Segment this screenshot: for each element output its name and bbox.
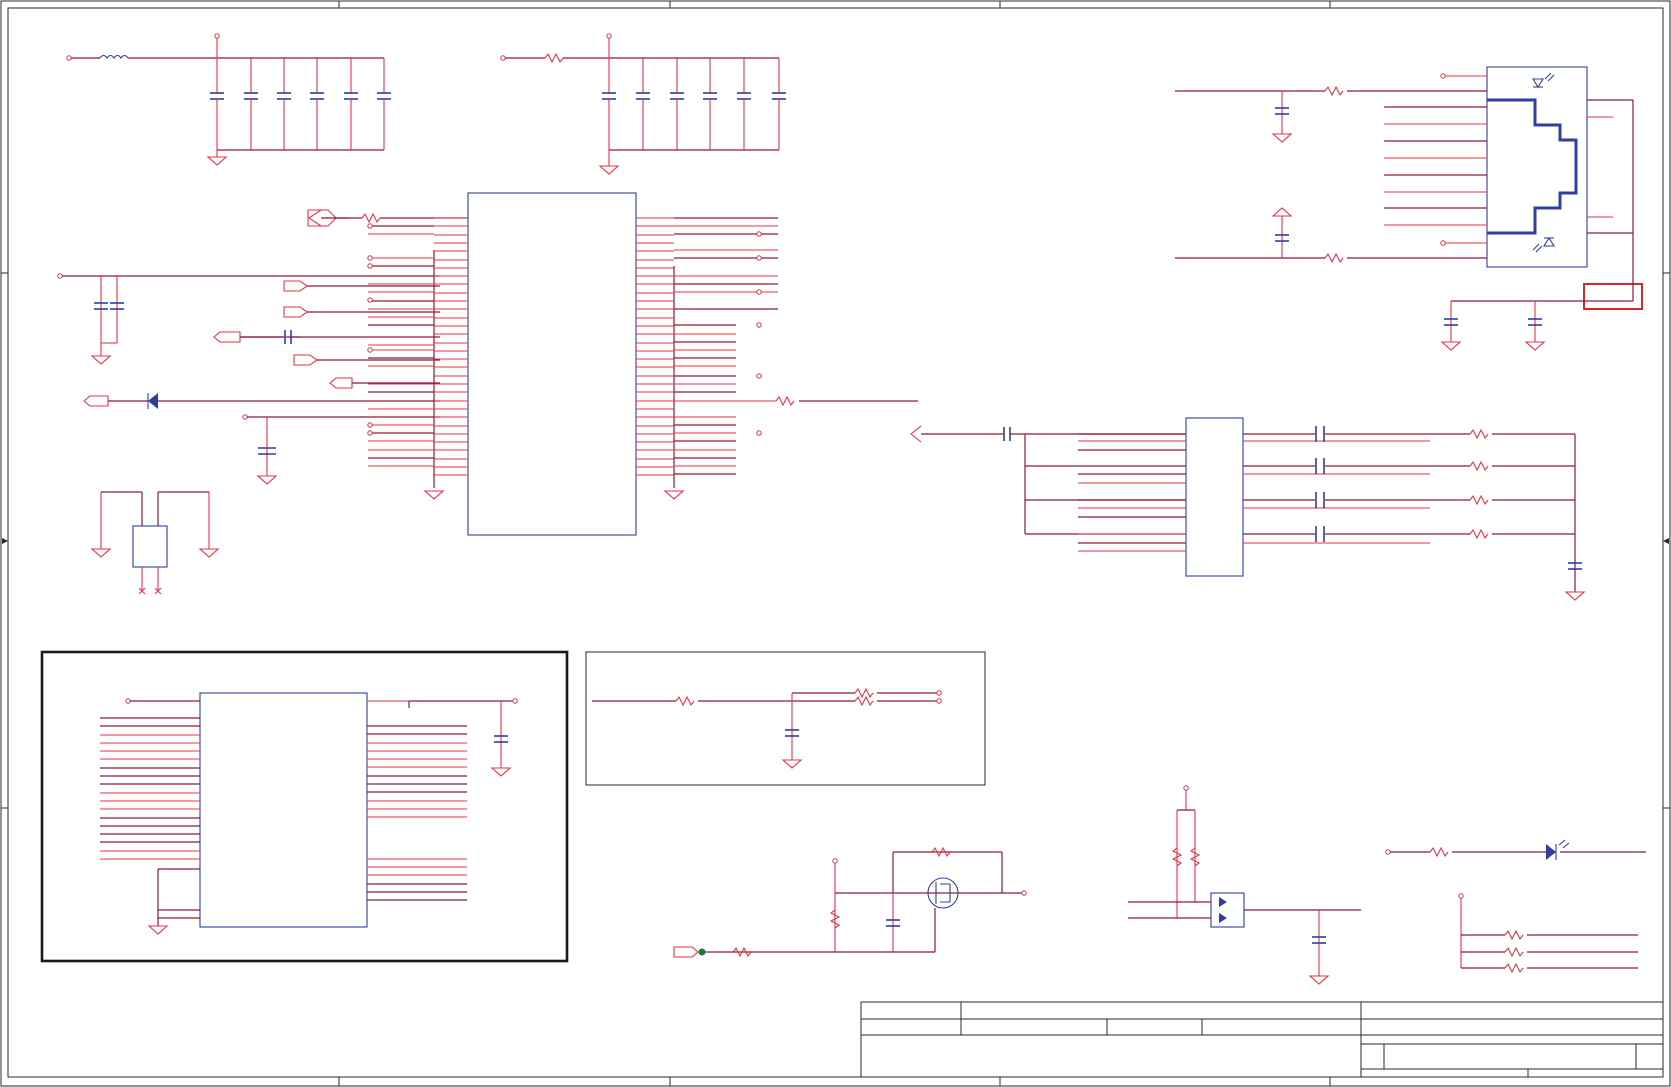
capacitor-symbol: [1315, 526, 1325, 542]
ground-symbol: [1271, 133, 1293, 143]
resistor-symbol: [544, 52, 564, 64]
ground-symbol: [1564, 591, 1586, 601]
dual-diode-circuit: [1128, 785, 1361, 985]
port-arrow-symbol: [329, 377, 353, 389]
power-symbol: [1271, 207, 1293, 217]
resistor-symbol: [1469, 494, 1489, 506]
ground-symbol: [198, 548, 220, 558]
pin-terminal: [756, 430, 762, 436]
rj45-jack-outline: [1487, 98, 1578, 235]
ground-symbol: [1308, 975, 1330, 985]
main-ic-grounds: [423, 250, 685, 500]
pin-terminal: [367, 255, 373, 261]
ground-symbol: [90, 355, 112, 365]
resistor-symbol: [1469, 428, 1489, 440]
ground-symbol: [206, 156, 228, 166]
port-flags-left: [83, 280, 440, 407]
led-symbol: [1532, 236, 1555, 253]
diode-symbol: [1219, 913, 1227, 923]
resistor-symbol: [854, 687, 874, 699]
junction-green: [698, 948, 706, 956]
resistor-symbol: [1324, 252, 1344, 264]
resistor-symbol: [1504, 946, 1524, 958]
pin-terminal: [367, 422, 373, 428]
rj45-connector: [1486, 66, 1588, 268]
inductor-symbol: [99, 54, 129, 59]
port-arrow-symbol: [293, 354, 318, 366]
crystal-circuit: [90, 491, 220, 595]
pin-terminal: [367, 347, 373, 353]
resistor-symbol: [1504, 929, 1524, 941]
rj45-connector-symbol: [1486, 66, 1588, 268]
diode-symbol: [1219, 897, 1227, 907]
resistor-symbol: [854, 695, 874, 707]
pin-terminal: [367, 297, 373, 303]
capacitor-symbol: [1315, 458, 1325, 474]
ic-body: [467, 192, 637, 536]
capacitor-symbol: [1315, 492, 1325, 508]
crystal-body: [132, 525, 168, 568]
pin-terminal: [367, 263, 373, 269]
port-arrow-symbol: [283, 306, 308, 318]
rc-filter-section: [585, 651, 986, 786]
diode-symbol: [148, 393, 158, 409]
resistor-symbol: [1429, 846, 1449, 858]
port-arrow-symbol: [673, 946, 699, 958]
resistor-symbol: [1504, 962, 1524, 974]
schematic-canvas: [0, 0, 1671, 1087]
memory-section: [40, 650, 569, 963]
resistor-symbol: [1469, 528, 1489, 540]
port-arrow-symbol: [283, 280, 308, 292]
resistor-symbol: [1324, 85, 1344, 97]
ground-symbol: [1524, 341, 1546, 351]
section-frame: [40, 650, 569, 963]
ground-symbol: [663, 490, 685, 500]
resistor-symbol: [1469, 460, 1489, 472]
zener-diode: [108, 393, 440, 409]
ground-symbol: [256, 475, 278, 485]
pin-terminal: [756, 373, 762, 379]
power-filter-1: [66, 33, 384, 166]
main-ic-right-output: [636, 395, 918, 407]
capacitor-symbol: [1315, 426, 1325, 442]
pin-terminal: [756, 289, 762, 295]
port-arrow-symbol: [213, 331, 241, 343]
resistor-symbol: [775, 395, 795, 407]
pin-terminal: [367, 223, 373, 229]
diode-package: [1210, 892, 1245, 928]
mosfet-switch: [673, 846, 1027, 958]
schematic-sheet: [0, 0, 1671, 1087]
transformer-block: [910, 417, 1586, 601]
led-indicator: [1385, 839, 1646, 860]
port-arrow-symbol: [83, 395, 109, 407]
pin-terminal: [756, 231, 762, 237]
power-filter-2: [500, 33, 779, 175]
port-arrow-symbol: [910, 425, 922, 443]
ground-symbol: [598, 165, 620, 175]
pin-terminal: [367, 430, 373, 436]
main-ic: [467, 192, 637, 536]
resistor-symbol: [361, 212, 381, 224]
pin-terminal: [756, 255, 762, 261]
section-frame: [585, 651, 986, 786]
ground-symbol: [423, 490, 445, 500]
title-block: [860, 1001, 1664, 1078]
pullup-resistor-bank: [1458, 893, 1464, 968]
ground-symbol: [490, 767, 512, 777]
transformer-body: [1185, 417, 1244, 577]
ground-symbol: [90, 548, 112, 558]
ground-symbol: [781, 759, 803, 769]
resistor-symbol: [675, 695, 695, 707]
rj45-input-network: [1175, 73, 1487, 264]
ground-symbol: [1440, 341, 1462, 351]
memory-ic-body: [199, 692, 368, 928]
led-symbol: [1532, 72, 1555, 89]
pin-terminal: [756, 322, 762, 328]
led-symbol: [1546, 844, 1556, 860]
ground-symbol: [147, 925, 169, 935]
